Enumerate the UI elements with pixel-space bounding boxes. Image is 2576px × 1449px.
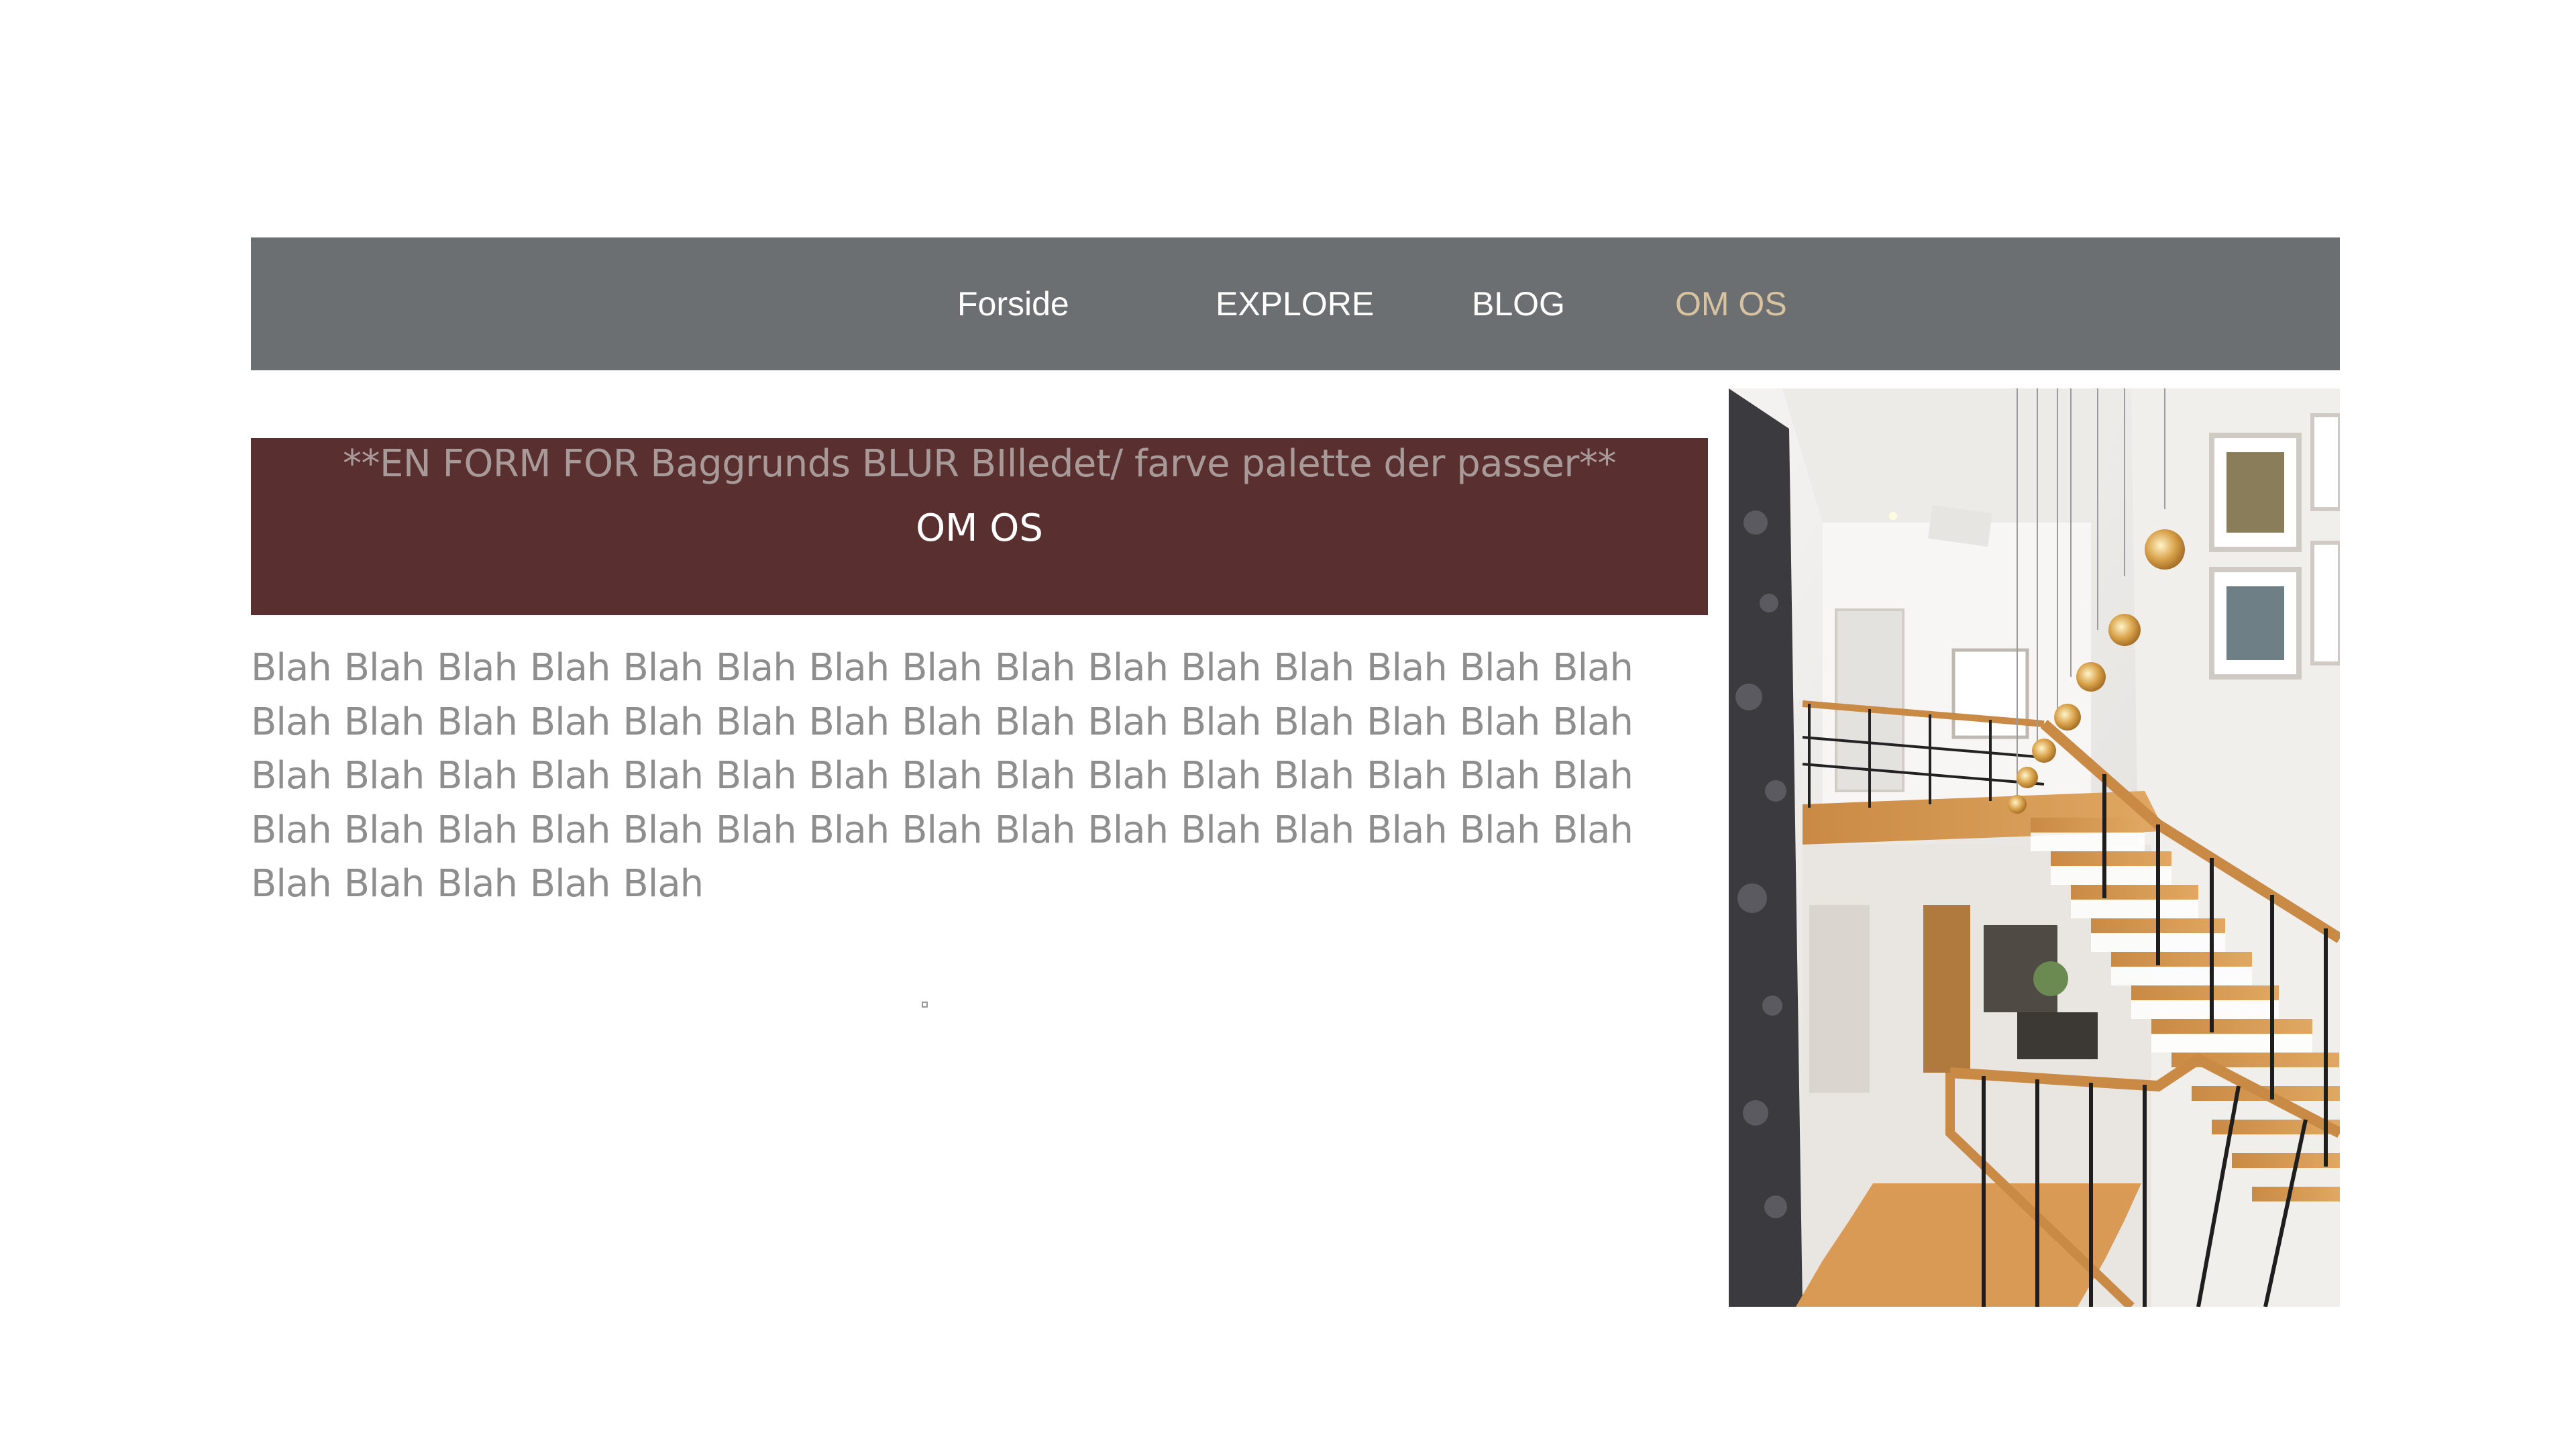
top-navigation-bar: Forside EXPLORE BLOG OM OS (251, 237, 2340, 370)
nav-item-explore[interactable]: EXPLORE (1216, 237, 1374, 370)
body-paragraph: Blah Blah Blah Blah Blah Blah Blah Blah … (251, 646, 1633, 906)
banner-note: **EN FORM FOR Baggrunds BLUR BIlledet/ f… (343, 442, 1616, 486)
nav-item-om-os[interactable]: OM OS (1675, 237, 1787, 370)
staircase-illustration (1729, 388, 2340, 1307)
nav-item-blog[interactable]: BLOG (1472, 237, 1565, 370)
page: Forside EXPLORE BLOG OM OS **EN FORM FOR… (0, 0, 2576, 1449)
nav-item-forside[interactable]: Forside (957, 237, 1069, 370)
staircase-photo (1729, 388, 2340, 1307)
square-marker-icon (922, 1002, 928, 1008)
page-title: OM OS (916, 506, 1043, 550)
hero-banner: **EN FORM FOR Baggrunds BLUR BIlledet/ f… (251, 438, 1708, 615)
